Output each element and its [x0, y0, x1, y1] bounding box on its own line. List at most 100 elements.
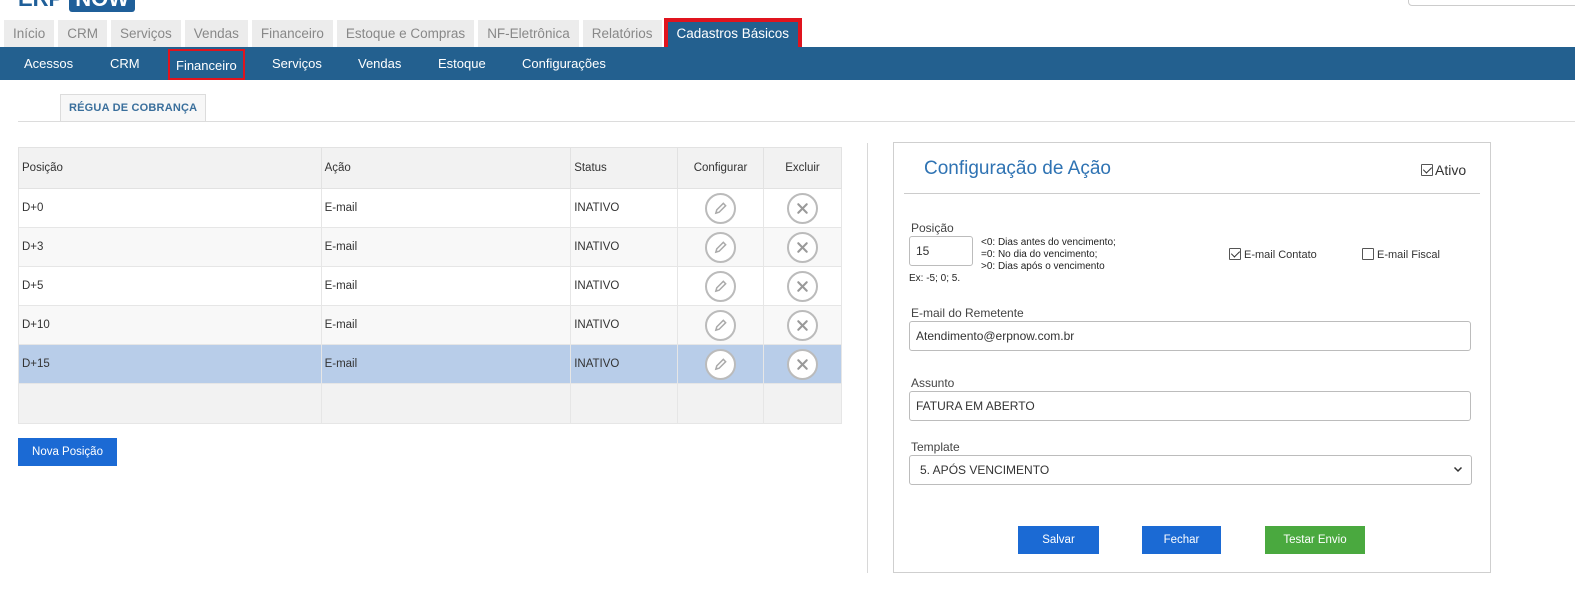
cell-acao: E-mail — [320, 227, 572, 267]
cell-configurar — [677, 305, 765, 345]
cell-status: INATIVO — [570, 188, 679, 228]
chevron-down-icon — [1453, 466, 1463, 473]
close-icon — [797, 358, 808, 370]
table-row[interactable]: D+0 E-mail INATIVO — [18, 188, 842, 228]
cell-acao: E-mail — [320, 305, 572, 345]
email-fiscal-checkbox[interactable]: E-mail Fiscal — [1362, 247, 1440, 261]
posicao-label: Posição — [911, 221, 954, 235]
table-header-row: Posição Ação Status Configurar Excluir — [18, 147, 842, 189]
tab-relatorios[interactable]: Relatórios — [582, 20, 662, 47]
tab-cadastros-basicos[interactable]: Cadastros Básicos — [663, 18, 803, 49]
template-select[interactable]: 5. APÓS VENCIMENTO — [909, 455, 1472, 485]
app-logo[interactable]: ERP NOW — [18, 0, 136, 12]
cell-status: INATIVO — [570, 305, 679, 345]
subnav-servicos[interactable]: Serviços — [272, 47, 322, 80]
nova-posicao-button[interactable]: Nova Posição — [18, 438, 117, 466]
tab-crm[interactable]: CRM — [58, 20, 108, 47]
cell-acao: E-mail — [320, 188, 572, 228]
tab-servicos[interactable]: Serviços — [111, 20, 181, 47]
subnav-financeiro[interactable]: Financeiro — [168, 49, 245, 80]
email-fiscal-label: E-mail Fiscal — [1377, 249, 1440, 261]
close-icon — [797, 202, 808, 214]
action-config-panel: Configuração de Ação Ativo Posição 15 <0… — [893, 142, 1491, 573]
cell-acao: E-mail — [320, 266, 572, 306]
search-input[interactable] — [1408, 0, 1575, 6]
table-row[interactable]: D+10 E-mail INATIVO — [18, 305, 842, 345]
close-icon — [797, 280, 808, 292]
remetente-label: E-mail do Remetente — [911, 306, 1024, 320]
edit-button[interactable] — [705, 192, 737, 224]
cell-configurar — [677, 266, 765, 306]
edit-button[interactable] — [705, 231, 737, 263]
tab-financeiro[interactable]: Financeiro — [251, 20, 333, 47]
table-row-selected[interactable]: D+15 E-mail INATIVO — [18, 344, 842, 384]
cell-posicao: D+10 — [18, 305, 322, 345]
edit-button[interactable] — [705, 309, 737, 341]
posicao-hint: <0: Dias antes do vencimento; =0: No dia… — [981, 237, 1116, 273]
close-icon — [797, 319, 808, 331]
delete-button[interactable] — [787, 192, 818, 224]
subnav-estoque[interactable]: Estoque — [438, 47, 486, 80]
testar-envio-button[interactable]: Testar Envio — [1265, 526, 1365, 554]
header-status[interactable]: Status — [570, 147, 679, 189]
table-row[interactable]: D+5 E-mail INATIVO — [18, 266, 842, 306]
subnav-acessos[interactable]: Acessos — [24, 47, 73, 80]
panel-divider — [904, 193, 1480, 194]
hint-line: =0: No dia do vencimento; — [981, 249, 1098, 260]
cell-status: INATIVO — [570, 344, 679, 384]
logo-prefix: ERP — [18, 0, 63, 11]
panel-title: Configuração de Ação — [924, 158, 1111, 179]
template-selected-value: 5. APÓS VENCIMENTO — [920, 463, 1050, 477]
header-acao[interactable]: Ação — [320, 147, 572, 189]
tab-nf-eletronica[interactable]: NF-Eletrônica — [478, 20, 579, 47]
cell-status: INATIVO — [570, 266, 679, 306]
table-empty-row — [18, 383, 842, 424]
email-contato-check-icon — [1229, 247, 1241, 260]
subnav-configuracoes[interactable]: Configurações — [522, 47, 606, 80]
cell-status: INATIVO — [570, 227, 679, 267]
main-tabs: Início CRM Serviços Vendas Financeiro Es… — [0, 18, 804, 49]
cell-configurar — [677, 227, 765, 267]
email-contato-checkbox[interactable]: E-mail Contato — [1229, 247, 1317, 261]
fechar-button[interactable]: Fechar — [1142, 526, 1221, 554]
header-posicao[interactable]: Posição — [18, 147, 322, 189]
cell-configurar — [677, 188, 765, 228]
cell-acao: E-mail — [320, 344, 572, 384]
header-configurar: Configurar — [677, 147, 765, 189]
top-header: ERP NOW — [0, 0, 1575, 18]
vertical-divider — [867, 143, 868, 573]
email-contato-label: E-mail Contato — [1244, 249, 1317, 261]
posicao-input[interactable]: 15 — [909, 236, 973, 266]
logo-suffix: NOW — [69, 0, 136, 12]
subnav-vendas[interactable]: Vendas — [358, 47, 401, 80]
tab-regua-de-cobranca[interactable]: RÉGUA DE COBRANÇA — [60, 94, 207, 121]
edit-button[interactable] — [705, 348, 737, 380]
table-row[interactable]: D+3 E-mail INATIVO — [18, 227, 842, 267]
pencil-icon — [714, 318, 727, 331]
ativo-check-icon — [1421, 163, 1433, 176]
delete-button[interactable] — [787, 231, 818, 263]
cell-posicao: D+5 — [18, 266, 322, 306]
assunto-input[interactable]: FATURA EM ABERTO — [909, 391, 1471, 421]
delete-button[interactable] — [787, 309, 818, 341]
subnav-crm[interactable]: CRM — [110, 47, 140, 80]
email-fiscal-check-icon — [1362, 247, 1374, 260]
cell-posicao: D+15 — [18, 344, 322, 384]
remetente-input[interactable]: Atendimento@erpnow.com.br — [909, 321, 1471, 351]
posicao-example: Ex: -5; 0; 5. — [909, 273, 961, 284]
delete-button[interactable] — [787, 348, 818, 380]
salvar-button[interactable]: Salvar — [1018, 526, 1099, 554]
edit-button[interactable] — [705, 270, 737, 302]
cell-posicao: D+0 — [18, 188, 322, 228]
template-label: Template — [911, 440, 960, 454]
header-excluir: Excluir — [763, 147, 842, 189]
ativo-checkbox[interactable]: Ativo — [1421, 162, 1466, 178]
tab-vendas[interactable]: Vendas — [184, 20, 248, 47]
tab-inicio[interactable]: Início — [4, 20, 55, 47]
cell-excluir — [763, 266, 842, 306]
close-icon — [797, 241, 808, 253]
hint-line: <0: Dias antes do vencimento; — [981, 237, 1116, 248]
tab-estoque-e-compras[interactable]: Estoque e Compras — [336, 20, 475, 47]
pencil-icon — [714, 201, 727, 214]
delete-button[interactable] — [787, 270, 818, 302]
